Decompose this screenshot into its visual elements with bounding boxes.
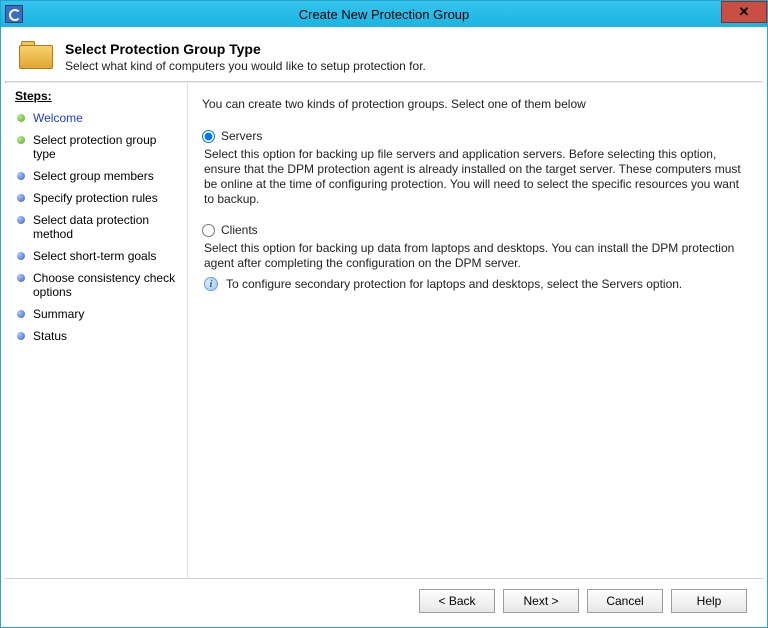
step-item[interactable]: Select data protection method [15,209,181,245]
option-description: Select this option for backing up file s… [204,147,745,207]
step-item[interactable]: Summary [15,303,181,325]
step-bullet-icon [17,310,25,318]
page-title: Select Protection Group Type [65,41,426,57]
help-button[interactable]: Help [671,589,747,613]
info-icon: i [204,277,218,291]
step-item[interactable]: Status [15,325,181,347]
steps-list: Welcome Select protection group type Selec… [15,107,181,347]
step-bullet-icon [17,194,25,202]
step-label: Select protection group type [33,133,181,161]
step-bullet-icon [17,172,25,180]
next-button[interactable]: Next > [503,589,579,613]
page-header: Select Protection Group Type Select what… [5,31,763,81]
window-title: Create New Protection Group [1,7,767,22]
wizard-window: Create New Protection Group ✕ Select Pro… [0,0,768,628]
radio-clients[interactable] [202,224,215,237]
option-description: Select this option for backing up data f… [204,241,745,271]
step-bullet-icon [17,252,25,260]
step-label: Specify protection rules [33,191,181,205]
app-icon [5,5,23,23]
step-label: Summary [33,307,181,321]
info-text: To configure secondary protection for la… [226,277,682,292]
step-bullet-icon [17,136,25,144]
step-bullet-icon [17,216,25,224]
main-columns: Steps: Welcome Select protection group ty… [5,83,763,578]
titlebar: Create New Protection Group ✕ [1,1,767,27]
back-button[interactable]: < Back [419,589,495,613]
info-row: i To configure secondary protection for l… [204,277,745,292]
step-item[interactable]: Select short-term goals [15,245,181,267]
step-label: Choose consistency check options [33,271,181,299]
option-label: Clients [221,223,258,237]
steps-sidebar: Steps: Welcome Select protection group ty… [5,83,188,578]
step-label: Select data protection method [33,213,181,241]
cancel-button[interactable]: Cancel [587,589,663,613]
folder-icon [19,41,53,71]
step-item[interactable]: Select protection group type [15,129,181,165]
page-header-text: Select Protection Group Type Select what… [65,41,426,73]
intro-text: You can create two kinds of protection g… [202,97,745,111]
steps-heading: Steps: [15,89,181,103]
close-button[interactable]: ✕ [721,1,767,23]
option-label: Servers [221,129,262,143]
step-bullet-icon [17,114,25,122]
option-row[interactable]: Servers [202,129,745,143]
step-item[interactable]: Specify protection rules [15,187,181,209]
step-bullet-icon [17,332,25,340]
step-label: Status [33,329,181,343]
options-group: Servers Select this option for backing up… [202,129,745,292]
step-label: Select short-term goals [33,249,181,263]
step-bullet-icon [17,274,25,282]
step-item[interactable]: Welcome [15,107,181,129]
step-label: Welcome [33,111,181,125]
option-clients: Clients Select this option for backing up… [202,223,745,292]
option-servers: Servers Select this option for backing up… [202,129,745,207]
step-label: Select group members [33,169,181,183]
option-row[interactable]: Clients [202,223,745,237]
radio-servers[interactable] [202,130,215,143]
step-item[interactable]: Select group members [15,165,181,187]
content-pane: You can create two kinds of protection g… [188,83,763,578]
wizard-body: Select Protection Group Type Select what… [4,30,764,624]
step-item[interactable]: Choose consistency check options [15,267,181,303]
button-row: < Back Next > Cancel Help [5,578,763,623]
page-subtitle: Select what kind of computers you would … [65,59,426,73]
